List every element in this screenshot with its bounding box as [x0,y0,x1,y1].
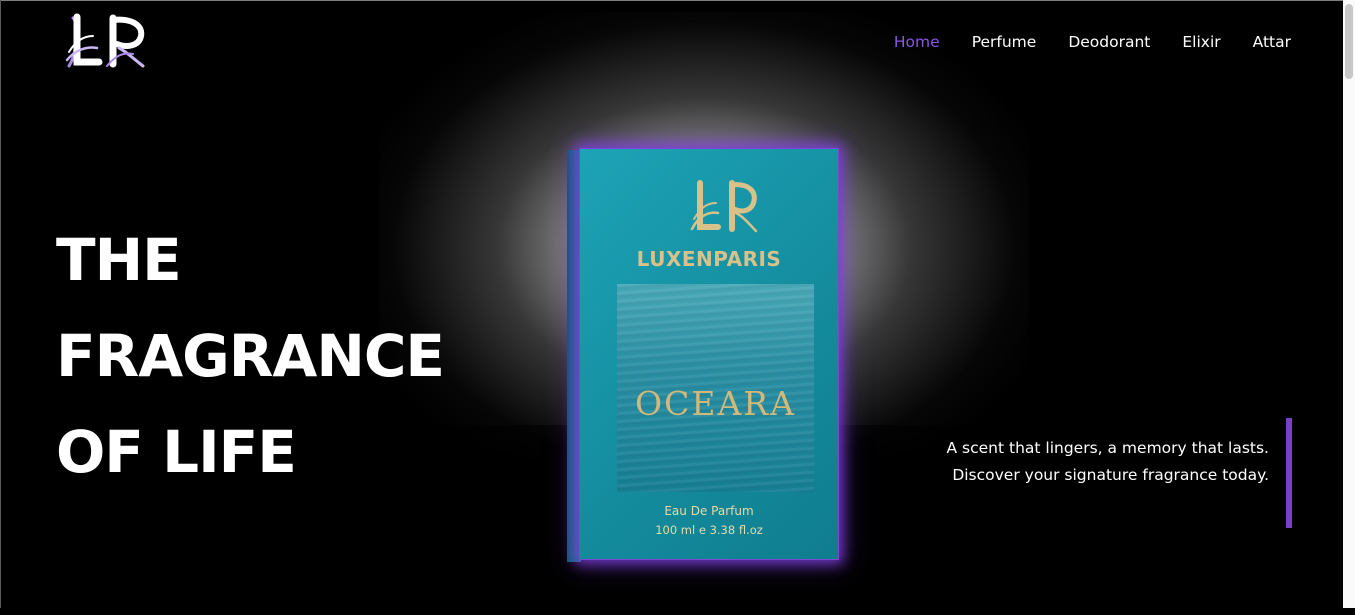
tagline-line-1: A scent that lingers, a memory that last… [946,439,1270,457]
nav-home[interactable]: Home [894,33,940,51]
box-product-type: Eau De Parfum [664,504,754,518]
hero-headline: THE FRAGRANCE OF LIFE [56,212,445,500]
product-box-front: LUXENPARIS OCEARA Eau De Parfum 100 ml e… [579,148,839,560]
box-product-volume: 100 ml e 3.38 fl.oz [655,523,763,537]
window-top-border [0,0,1355,1]
tagline-line-2: Discover your signature fragrance today. [952,466,1269,484]
headline-line-1: THE [56,226,182,294]
box-ocean-image: OCEARA [617,284,814,492]
box-brand-name: LUXENPARIS [636,247,782,271]
nav-elixir[interactable]: Elixir [1182,33,1220,51]
headline-line-2: FRAGRANCE [56,322,445,390]
main-nav: Home Perfume Deodorant Elixir Attar [894,33,1291,51]
box-lp-monogram-icon [688,177,762,237]
lp-logo-icon[interactable] [63,12,149,70]
tagline-accent-bar [1286,418,1292,528]
product-box-image: LUXENPARIS OCEARA Eau De Parfum 100 ml e… [560,148,842,568]
box-product-name: OCEARA [635,384,796,423]
headline-line-3: OF LIFE [56,418,297,486]
scrollbar-thumb[interactable] [1345,4,1353,79]
window-left-border [0,0,1,608]
nav-perfume[interactable]: Perfume [972,33,1037,51]
hero-tagline: A scent that lingers, a memory that last… [947,435,1270,489]
nav-deodorant[interactable]: Deodorant [1068,33,1150,51]
scrollbar-track[interactable] [1343,0,1355,608]
nav-attar[interactable]: Attar [1253,33,1291,51]
